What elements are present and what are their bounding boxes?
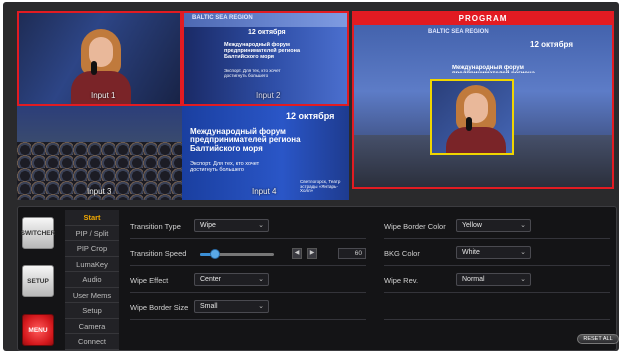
wipe-rev-label: Wipe Rev. — [384, 276, 419, 285]
menu-item-user-mems[interactable]: User Mems — [65, 288, 119, 303]
date-text: 12 октября — [248, 29, 286, 36]
forum-title-large: Международный форум предпринимателей рег… — [190, 127, 301, 153]
chevron-down-icon: ⌄ — [258, 222, 264, 229]
pip-speaker-image — [446, 83, 506, 153]
program-title-text: Международный форум предпринимателей рег… — [452, 65, 535, 73]
settings-menu: Start PIP / Split PIP Crop LumaKey Audio… — [65, 210, 119, 350]
wipe-border-size-select[interactable]: Small ⌄ — [194, 300, 269, 313]
input-3-preview[interactable]: Input 3 — [17, 106, 182, 200]
venue-text: Светлогорск, Театр эстрады «Янтарь-Холл» — [300, 179, 341, 194]
wipe-border-color-label: Wipe Border Color — [384, 222, 446, 231]
transition-speed-value[interactable]: 60 — [338, 248, 366, 259]
wipe-border-color-value: Yellow — [462, 222, 482, 229]
date-text-large: 12 октября — [286, 111, 335, 121]
program-date-text: 12 октября — [530, 40, 573, 49]
program-label: PROGRAM — [354, 13, 612, 25]
control-panel: SWITCHER SETUP MENU Start PIP / Split PI… — [17, 206, 619, 351]
program-output: PROGRAM BALTIC SEA REGION 12 октября Меж… — [352, 11, 614, 189]
app-window: Input 1 BALTIC SEA REGION 12 октября Меж… — [3, 2, 619, 351]
chevron-down-icon: ⌄ — [520, 222, 526, 229]
transition-speed-slider-handle[interactable] — [209, 249, 220, 259]
bkg-color-select[interactable]: White ⌄ — [456, 246, 531, 259]
arrow-right-icon[interactable]: ▶ — [307, 248, 317, 259]
divider — [384, 292, 610, 293]
divider — [130, 238, 366, 239]
chevron-down-icon: ⌄ — [258, 276, 264, 283]
banner-text: BALTIC SEA REGION — [192, 15, 253, 21]
wipe-effect-value: Center — [200, 276, 222, 283]
input-2-label: Input 2 — [256, 91, 281, 100]
pip-window — [430, 79, 514, 155]
chevron-down-icon: ⌄ — [520, 276, 526, 283]
settings-content: Transition Type Wipe ⌄ Transition Speed … — [122, 207, 619, 350]
divider — [130, 319, 366, 320]
wipe-border-size-value: Small — [200, 303, 218, 310]
divider — [384, 238, 610, 239]
divider — [384, 265, 610, 266]
input-3-label: Input 3 — [87, 187, 112, 196]
wipe-border-color-select[interactable]: Yellow ⌄ — [456, 219, 531, 232]
input-1-preview[interactable]: Input 1 — [17, 11, 182, 106]
menu-item-pip-split[interactable]: PIP / Split — [65, 226, 119, 241]
chevron-down-icon: ⌄ — [258, 303, 264, 310]
divider — [130, 292, 366, 293]
multiview: Input 1 BALTIC SEA REGION 12 октября Меж… — [17, 11, 349, 200]
divider — [130, 265, 366, 266]
input-4-label: Input 4 — [252, 187, 277, 196]
wipe-rev-value: Normal — [462, 276, 485, 283]
wipe-effect-select[interactable]: Center ⌄ — [194, 273, 269, 286]
expo-text: Экспорт. Для тех, кто хочет достигнуть б… — [224, 68, 281, 78]
switcher-button[interactable]: SWITCHER — [21, 217, 55, 249]
forum-title-text: Международный форум предпринимателей рег… — [224, 42, 301, 60]
bkg-color-value: White — [462, 249, 480, 256]
setup-button[interactable]: SETUP — [22, 265, 54, 297]
menu-item-setup[interactable]: Setup — [65, 303, 119, 319]
divider — [384, 319, 610, 320]
transition-type-value: Wipe — [200, 222, 216, 229]
transition-type-label: Transition Type — [130, 222, 181, 231]
reset-all-button[interactable]: RESET ALL — [577, 334, 619, 344]
menu-item-audio[interactable]: Audio — [65, 272, 119, 288]
transition-speed-label: Transition Speed — [130, 249, 187, 258]
menu-item-connect[interactable]: Connect — [65, 334, 119, 350]
input-1-label: Input 1 — [91, 91, 116, 100]
expo-text-large: Экспорт. Для тех, кто хочет достигнуть б… — [190, 161, 260, 173]
wipe-rev-select[interactable]: Normal ⌄ — [456, 273, 531, 286]
menu-item-start[interactable]: Start — [65, 210, 119, 226]
input-2-preview[interactable]: BALTIC SEA REGION 12 октября Международн… — [182, 11, 349, 106]
input-4-preview[interactable]: 12 октября Международный форум предприни… — [182, 106, 349, 200]
program-banner-text: BALTIC SEA REGION — [428, 29, 489, 35]
arrow-left-icon[interactable]: ◀ — [292, 248, 302, 259]
menu-item-lumakey[interactable]: LumaKey — [65, 257, 119, 272]
wipe-border-size-label: Wipe Border Size — [130, 303, 189, 312]
menu-item-camera[interactable]: Camera — [65, 319, 119, 334]
bkg-color-label: BKG Color — [384, 249, 420, 258]
menu-item-pip-crop[interactable]: PIP Crop — [65, 241, 119, 257]
wipe-effect-label: Wipe Effect — [130, 276, 169, 285]
transition-type-select[interactable]: Wipe ⌄ — [194, 219, 269, 232]
menu-button[interactable]: MENU — [22, 314, 54, 346]
chevron-down-icon: ⌄ — [520, 249, 526, 256]
